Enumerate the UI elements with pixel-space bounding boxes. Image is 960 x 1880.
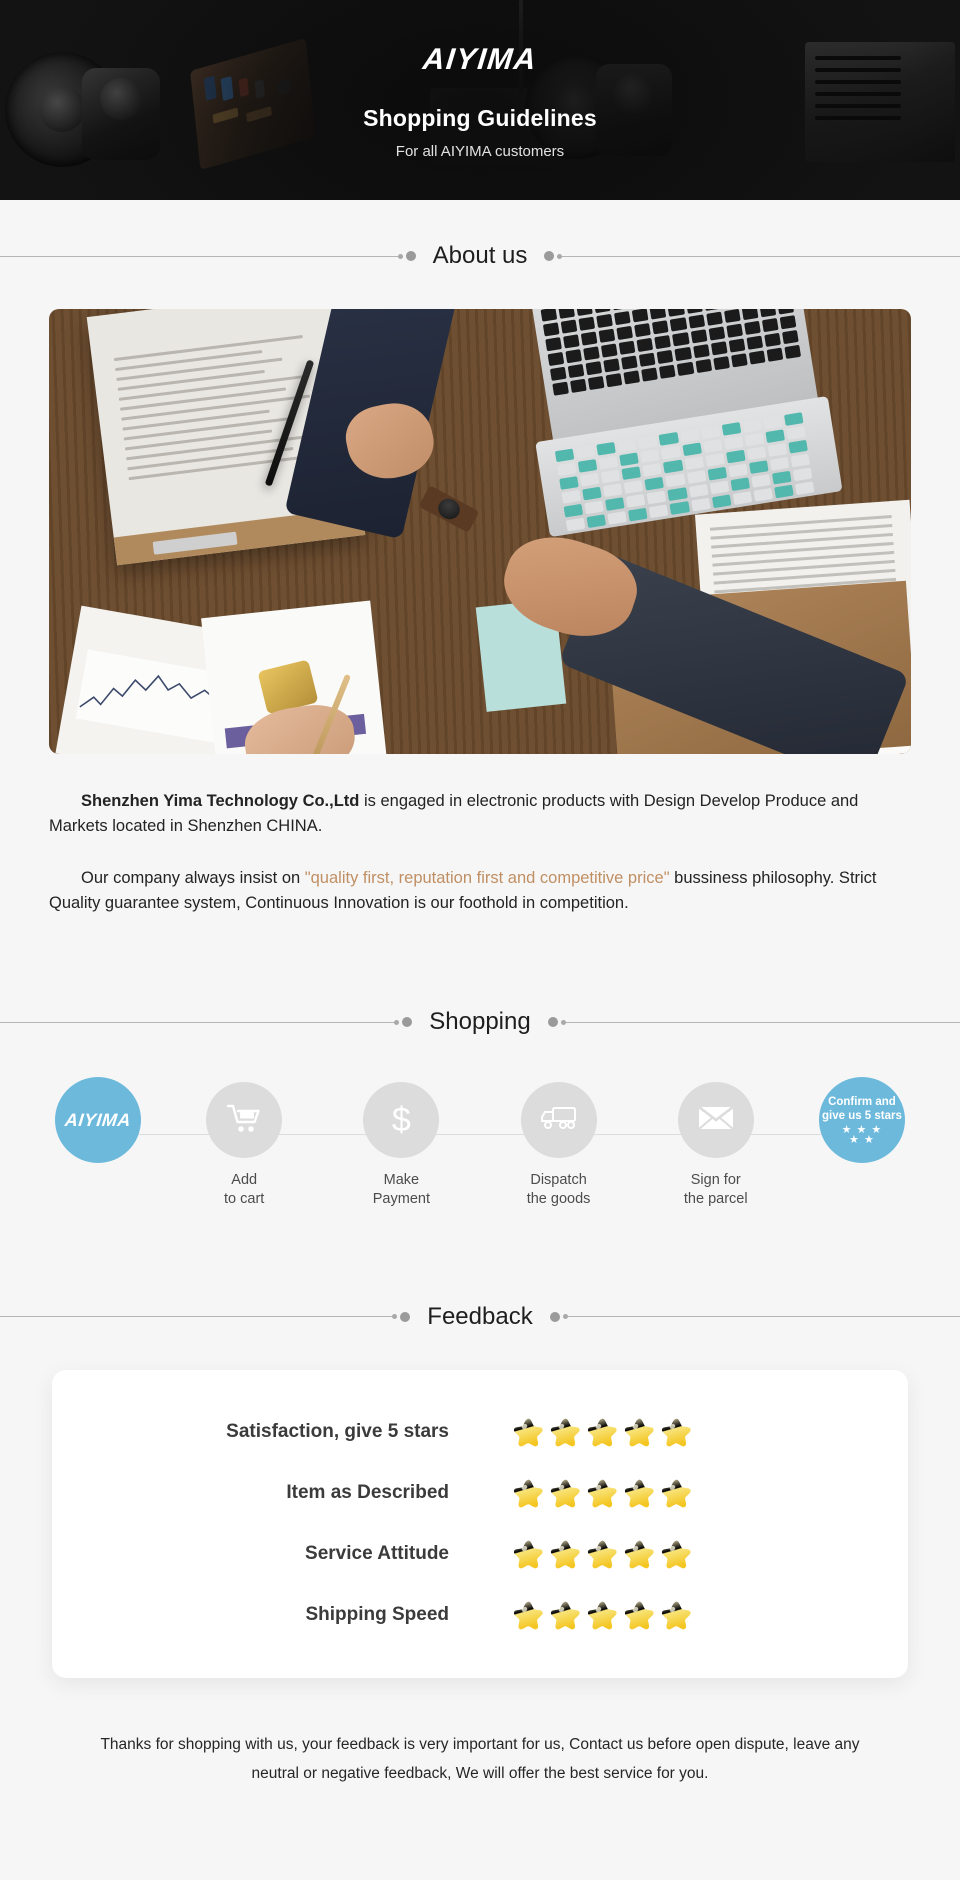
star-icon [550,1540,580,1568]
divider-line-left [0,255,398,257]
divider-line-left [0,1021,395,1023]
envelope-icon [697,1104,735,1137]
confirm-circle: Confirm and give us 5 stars ★ ★ ★ ★ ★ [818,1077,905,1164]
about-divider: About us [0,242,960,270]
shopping-divider: Shopping [0,1008,960,1036]
feedback-star-rating [512,1599,693,1632]
payment-circle: $ [363,1082,440,1159]
star-icon [587,1479,617,1507]
step-brand: AIYIMA [50,1077,146,1164]
cart-circle [206,1082,283,1159]
step-add-to-cart: Add to cart [185,1082,303,1209]
feedback-label: Item as Described [286,1482,449,1504]
divider-dot-large-left [400,1311,411,1322]
feedback-row: Shipping Speed [52,1599,908,1632]
about-section: About us Shenzhen Yima Technology Co.,Lt… [0,200,960,916]
feedback-row: Item as Described [52,1477,908,1510]
sign-circle [677,1082,754,1159]
divider-dot-large-right [544,251,555,261]
feedback-divider: Feedback [0,1303,960,1331]
step-sign-parcel: Sign for the parcel [657,1082,775,1209]
star-icon [624,1479,654,1507]
star-icon [550,1601,580,1629]
footer-note: Thanks for shopping with us, your feedba… [100,1735,860,1782]
divider-line-right [567,1316,960,1318]
divider-line-right [565,1021,960,1023]
star-icon [550,1418,580,1446]
confirm-stars-row-2: ★ ★ [849,1134,875,1147]
star-icon [587,1540,617,1568]
feedback-star-rating [512,1538,693,1571]
hero-banner: AIYIMA Shopping Guidelines For all AIYIM… [0,0,960,200]
page-subtitle: For all AIYIMA customers [395,142,565,160]
confirm-stars: ★ ★ ★ ★ ★ [842,1125,883,1147]
feedback-row: Service Attitude [52,1538,908,1571]
cart-icon [225,1101,263,1140]
feedback-star-rating [512,1416,693,1449]
divider-dot-small-left [394,1019,400,1025]
shopping-heading: Shopping [429,1008,531,1036]
star-icon [661,1540,691,1568]
star-icon [513,1540,543,1568]
feedback-label: Satisfaction, give 5 stars [226,1421,449,1443]
about-heading: About us [432,242,528,269]
dollar-icon: $ [391,1101,411,1140]
star-icon [513,1479,543,1507]
step-label: Dispatch the goods [526,1172,591,1208]
star-icon [513,1418,543,1446]
feedback-star-rating [512,1477,693,1510]
dispatch-circle [520,1082,597,1159]
star-icon [624,1540,654,1568]
star-icon [661,1601,691,1629]
truck-icon [539,1103,579,1138]
divider-line-left [0,1316,393,1318]
divider-dot-small-left [397,253,403,259]
step-confirm-rating: Confirm and give us 5 stars ★ ★ ★ ★ ★ [814,1077,910,1164]
star-icon [624,1418,654,1446]
contract-text-lines [113,335,318,487]
step-make-payment: $ Make Payment [342,1082,460,1209]
company-slogan: "quality first, reputation first and com… [304,869,670,888]
star-icon [624,1601,654,1629]
feedback-label: Shipping Speed [305,1604,449,1626]
feedback-section: Feedback Satisfaction, give 5 stars Item… [0,1210,960,1789]
feedback-heading: Feedback [427,1302,533,1330]
divider-line-right [562,255,960,257]
shopping-section: Shopping AIYIMA Add to cart $ Make Payme… [0,916,960,1209]
star-icon [587,1418,617,1446]
step-dispatch-goods: Dispatch the goods [500,1082,618,1209]
brand-logo-small: AIYIMA [64,1109,133,1130]
feedback-card: Satisfaction, give 5 stars Item as Descr… [52,1369,908,1678]
brand-logo: AIYIMA [421,42,539,76]
about-text-block: Shenzhen Yima Technology Co.,Ltd is enga… [49,754,911,916]
star-icon [513,1601,543,1629]
about-paragraph-1: Shenzhen Yima Technology Co.,Ltd is enga… [49,789,911,839]
about-paragraph-2: Our company always insist on "quality fi… [49,866,911,916]
star-icon [661,1418,691,1446]
company-name: Shenzhen Yima Technology Co.,Ltd [81,792,360,810]
step-label: Make Payment [372,1172,430,1208]
about-paragraph-2-start: Our company always insist on [81,869,305,888]
step-label: Add to cart [224,1172,265,1208]
shopping-guidelines-page: AIYIMA Shopping Guidelines For all AIYIM… [0,0,960,1880]
divider-dot-large-left [402,1017,413,1028]
divider-dot-large-left [405,251,416,261]
feedback-label: Service Attitude [305,1543,449,1565]
about-photo [49,309,911,754]
star-icon [550,1479,580,1507]
brand-circle: AIYIMA [55,1077,141,1164]
star-icon [587,1601,617,1629]
divider-dot-large-right [549,1311,560,1322]
page-title: Shopping Guidelines [363,104,597,131]
feedback-row: Satisfaction, give 5 stars [52,1416,908,1449]
divider-dot-small-left [392,1314,398,1320]
divider-dot-large-right [547,1017,558,1028]
star-icon [661,1479,691,1507]
shopping-process-steps: AIYIMA Add to cart $ Make Payment Dispat… [30,1077,930,1209]
step-label: Sign for the parcel [683,1172,748,1208]
confirm-text: Confirm and give us 5 stars [821,1095,902,1122]
